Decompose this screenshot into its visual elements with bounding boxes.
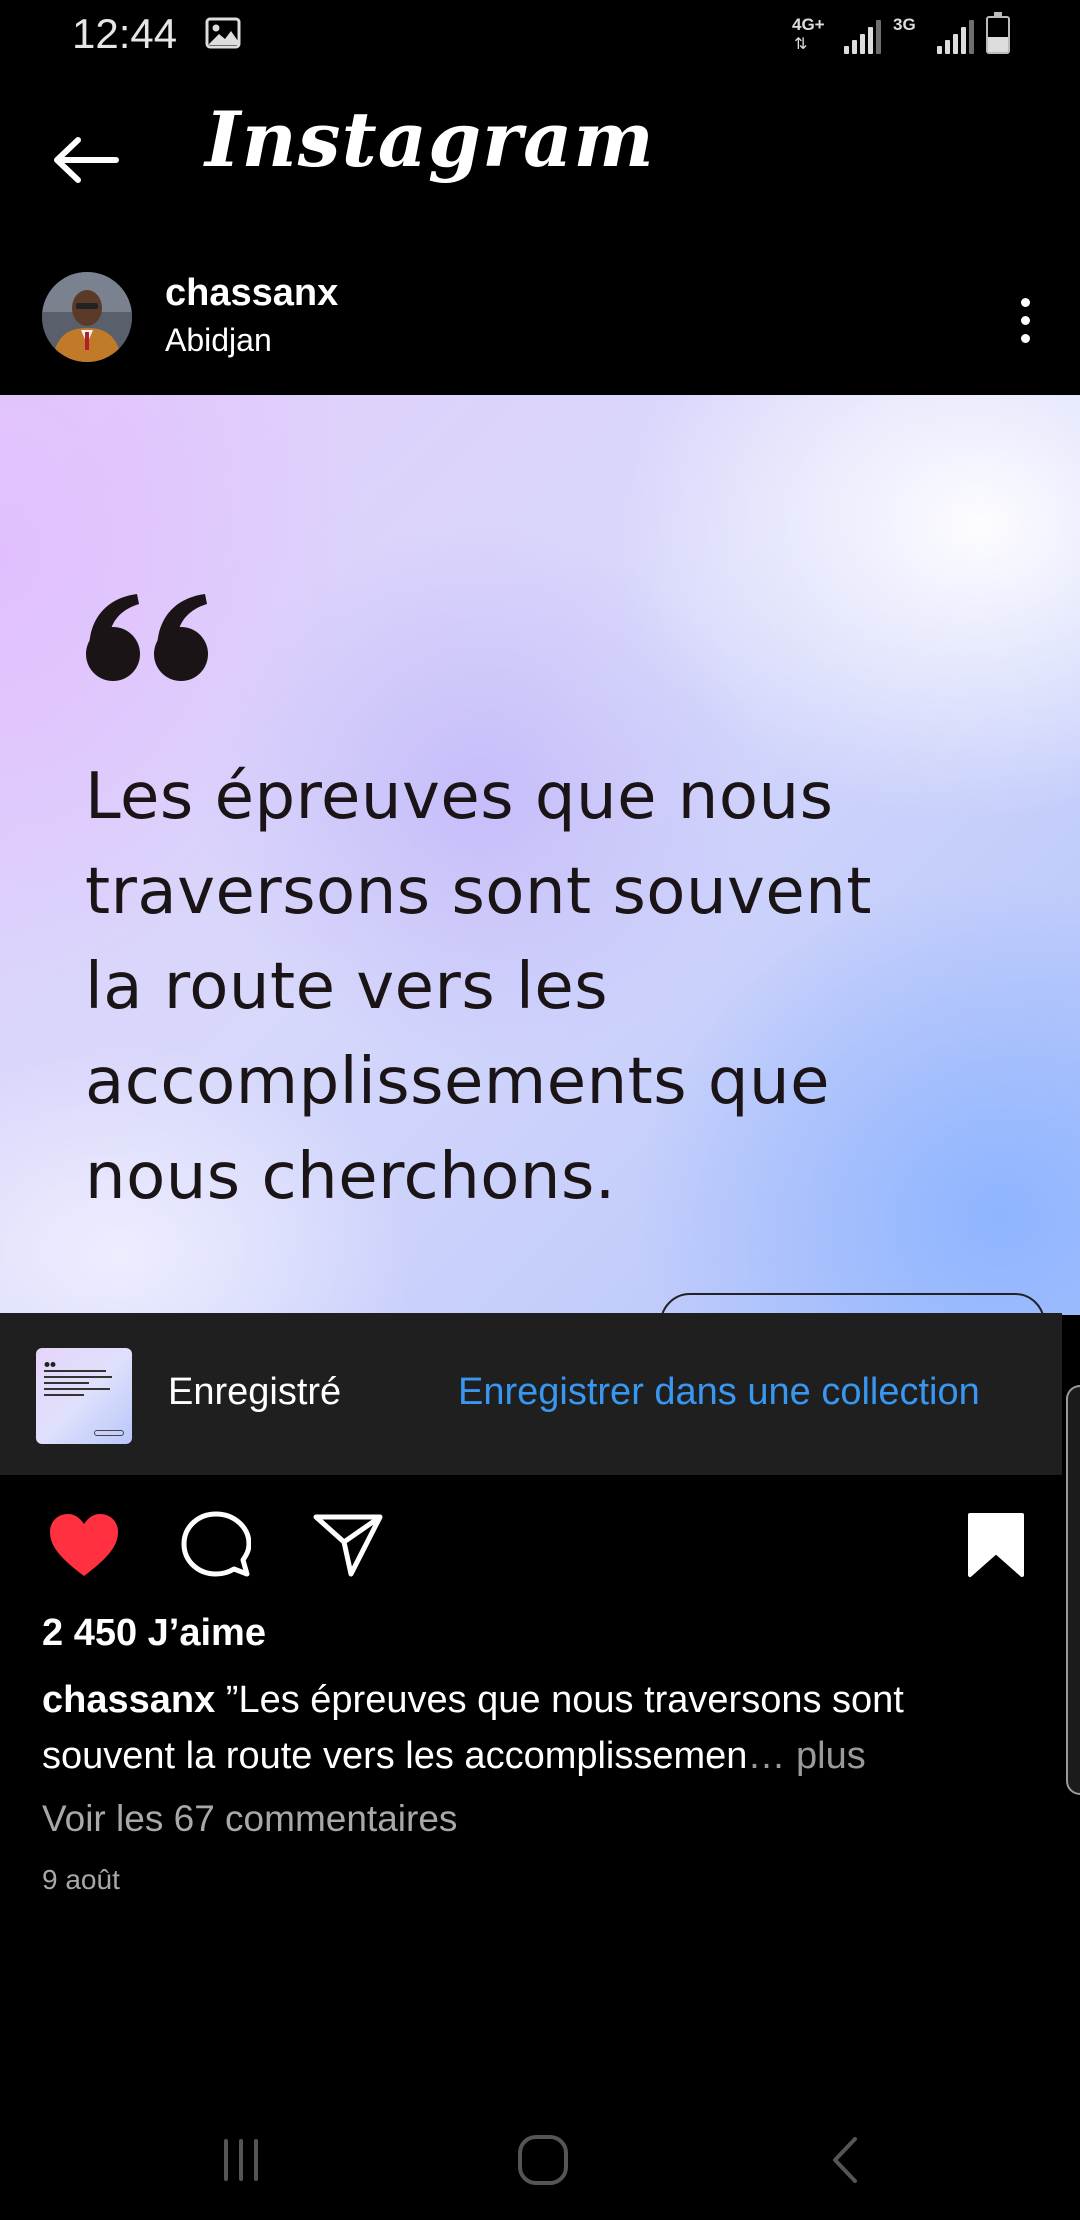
quote-mark-icon bbox=[86, 594, 208, 681]
back-button[interactable] bbox=[40, 115, 130, 205]
network-4g-label: 4G+ bbox=[792, 15, 825, 34]
likes-count[interactable]: 2 450 J’aime bbox=[42, 1612, 266, 1655]
like-button[interactable] bbox=[44, 1505, 124, 1585]
quote-line: nous cherchons. bbox=[85, 1140, 616, 1214]
quote-text: Les épreuves que nous traversons sont so… bbox=[85, 750, 985, 1225]
quote-line: la route vers les bbox=[85, 950, 609, 1024]
heart-icon bbox=[50, 1514, 118, 1576]
back-nav-button[interactable] bbox=[800, 2115, 890, 2205]
status-bar: 12:44 4G+ ⇅ 3G bbox=[0, 0, 1080, 70]
status-time: 12:44 bbox=[72, 10, 178, 57]
network-3g-label: 3G bbox=[893, 15, 916, 34]
network-4g-indicator: 4G+ ⇅ bbox=[792, 14, 832, 54]
signal-icon bbox=[844, 20, 881, 54]
send-icon bbox=[313, 1514, 383, 1577]
bookmark-filled-icon bbox=[968, 1513, 1024, 1577]
system-nav-bar bbox=[0, 2100, 1080, 2220]
post-caption[interactable]: chassanx ”Les épreuves que nous traverso… bbox=[42, 1672, 1002, 1784]
recents-icon bbox=[224, 2139, 258, 2181]
post-location[interactable]: Abidjan bbox=[165, 322, 272, 359]
caption-username[interactable]: chassanx bbox=[42, 1679, 215, 1721]
quote-line: traversons sont souvent bbox=[85, 855, 872, 929]
status-indicators: 4G+ ⇅ 3G bbox=[792, 12, 1010, 54]
battery-icon bbox=[986, 12, 1010, 54]
comment-button[interactable] bbox=[176, 1505, 256, 1585]
post-date: 9 août bbox=[42, 1864, 120, 1895]
thumbnail-quote-icon bbox=[44, 1362, 56, 1367]
avatar-image bbox=[42, 272, 132, 362]
network-3g-indicator: 3G bbox=[893, 14, 925, 54]
app-title: Instagram bbox=[205, 95, 655, 184]
save-to-collection-link[interactable]: Enregistrer dans une collection bbox=[458, 1371, 980, 1414]
more-options-button[interactable] bbox=[1000, 290, 1050, 350]
home-icon bbox=[518, 2135, 568, 2185]
thumbnail-pill bbox=[94, 1430, 124, 1436]
saved-label: Enregistré bbox=[168, 1371, 342, 1413]
post-username[interactable]: chassanx bbox=[165, 272, 338, 315]
signal-icon-2 bbox=[937, 20, 974, 54]
comment-icon bbox=[181, 1511, 251, 1577]
thumbnail-text-lines bbox=[44, 1370, 114, 1400]
share-button[interactable] bbox=[308, 1505, 388, 1585]
home-button[interactable] bbox=[498, 2115, 588, 2205]
more-vertical-icon bbox=[1020, 297, 1030, 307]
saved-banner: Enregistré Enregistrer dans une collecti… bbox=[0, 1313, 1062, 1475]
quote-line: Les épreuves que nous bbox=[85, 760, 834, 834]
save-button[interactable] bbox=[956, 1505, 1036, 1585]
chevron-left-icon bbox=[833, 2137, 857, 2183]
saved-post-thumbnail[interactable] bbox=[36, 1348, 132, 1444]
arrow-left-icon bbox=[54, 137, 119, 183]
image-pill-decoration bbox=[660, 1293, 1045, 1315]
post-actions bbox=[0, 1475, 1080, 1615]
post-image[interactable]: Les épreuves que nous traversons sont so… bbox=[0, 395, 1080, 1315]
caption-more-link[interactable]: … plus bbox=[747, 1735, 865, 1777]
quote-line: accomplissements que bbox=[85, 1045, 830, 1119]
image-icon bbox=[205, 17, 241, 49]
avatar[interactable] bbox=[42, 272, 132, 362]
data-arrows-icon: ⇅ bbox=[794, 36, 808, 53]
post-header: chassanx Abidjan bbox=[0, 250, 1080, 395]
app-header: Instagram bbox=[0, 70, 1080, 250]
recents-button[interactable] bbox=[196, 2115, 286, 2205]
view-comments-link[interactable]: Voir les 67 commentaires bbox=[42, 1798, 457, 1840]
